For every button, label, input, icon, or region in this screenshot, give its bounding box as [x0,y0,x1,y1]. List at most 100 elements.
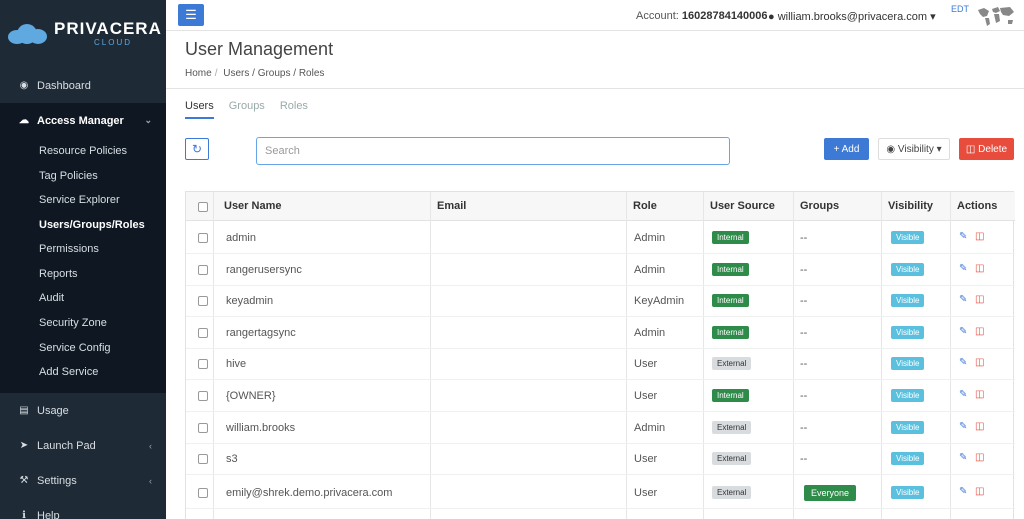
menu-toggle-button[interactable]: ☰ [178,4,204,26]
trash-icon[interactable]: ◫ [975,294,984,305]
user-icon: ● [768,11,775,23]
trash-icon[interactable]: ◫ [975,389,984,400]
nav-launch-pad-label: Launch Pad [37,439,96,452]
trash-icon[interactable]: ◫ [975,452,984,463]
trash-icon[interactable]: ◫ [975,421,984,432]
table-row: william.brooks Admin External -- Visible ✎ ◫ [186,412,1015,444]
user-name-cell[interactable]: emily@shrek.demo.privacera.com [226,487,392,499]
pencil-icon[interactable]: ✎ [959,326,967,337]
nav-help[interactable]: ℹ Help [0,498,166,519]
logo[interactable]: PRIVACERA CLOUD [0,0,166,66]
user-name-cell[interactable]: keyadmin [226,295,273,307]
sidebar-item-permissions[interactable]: Permissions [39,243,99,255]
refresh-button[interactable]: ↻ [185,138,209,160]
row-checkbox[interactable] [198,488,208,498]
col-visibility[interactable]: Visibility [888,200,933,212]
row-checkbox[interactable] [198,423,208,433]
row-checkbox[interactable] [198,233,208,243]
col-role[interactable]: Role [633,200,657,212]
delete-button[interactable]: ◫ Delete [959,138,1014,160]
nav-access-manager[interactable]: ☁ Access Manager ⌄ [0,103,166,138]
table-row: emily@shrek.demo.privacera.com User Extern… [186,477,1015,509]
nav-access-manager-label: Access Manager [37,114,124,127]
timezone: EDT [951,4,969,14]
breadcrumb-current: Users / Groups / Roles [223,68,325,79]
chevron-left-icon: ‹ [149,440,152,451]
trash-icon[interactable]: ◫ [975,486,984,497]
nav-settings-label: Settings [37,474,77,487]
visibility-badge: Visible [891,486,925,499]
row-checkbox[interactable] [198,296,208,306]
nav-dashboard[interactable]: ◉ Dashboard [0,68,166,103]
table-row: s3 User External -- Visible ✎ ◫ [186,443,1015,475]
sidebar-item-security-zone[interactable]: Security Zone [39,317,107,329]
user-name-cell[interactable]: s3 [226,453,238,465]
col-user-name[interactable]: User Name [224,200,281,212]
nav-help-label: Help [37,509,60,519]
refresh-icon: ↻ [191,142,203,156]
user-name-cell[interactable]: {OWNER} [226,390,276,402]
add-button[interactable]: + Add [824,138,869,160]
nav-usage[interactable]: ▤ Usage [0,393,166,428]
sidebar-item-users-groups-roles[interactable]: Users/Groups/Roles [39,219,145,231]
nav-launch-pad[interactable]: ➤ Launch Pad ‹ [0,428,166,463]
pencil-icon[interactable]: ✎ [959,452,967,463]
user-name-cell[interactable]: admin [226,232,256,244]
pencil-icon[interactable]: ✎ [959,421,967,432]
col-groups[interactable]: Groups [800,200,839,212]
sidebar-item-tag-policies[interactable]: Tag Policies [39,170,98,182]
sidebar-item-audit[interactable]: Audit [39,292,64,304]
user-name-cell[interactable]: rangertagsync [226,327,296,339]
nav-settings[interactable]: ⚒ Settings ‹ [0,463,166,498]
rocket-icon: ➤ [19,440,29,451]
select-all-checkbox[interactable] [198,202,208,212]
delete-label: Delete [978,143,1008,155]
user-menu[interactable]: ● william.brooks@privacera.com ▾ [768,10,936,23]
world-map-icon[interactable] [976,4,1016,28]
trash-icon[interactable]: ◫ [975,231,984,242]
row-checkbox[interactable] [198,328,208,338]
row-checkbox[interactable] [198,265,208,275]
pencil-icon[interactable]: ✎ [959,294,967,305]
trash-icon[interactable]: ◫ [975,357,984,368]
sidebar-item-reports[interactable]: Reports [39,268,78,280]
groups-cell: -- [800,264,808,276]
user-name-cell[interactable]: rangerusersync [226,264,302,276]
tab-users[interactable]: Users [185,100,214,119]
sidebar-item-add-service[interactable]: Add Service [39,366,98,378]
pencil-icon[interactable]: ✎ [959,263,967,274]
user-name-cell[interactable]: hive [226,358,246,370]
pencil-icon[interactable]: ✎ [959,357,967,368]
bar-chart-icon: ▤ [19,405,29,416]
row-checkbox[interactable] [198,454,208,464]
col-email[interactable]: Email [437,200,466,212]
pencil-icon[interactable]: ✎ [959,231,967,242]
col-user-source[interactable]: User Source [710,200,775,212]
users-table: User Name Email Role User Source Groups … [185,191,1015,519]
trash-icon[interactable]: ◫ [975,263,984,274]
table-row: rangerusersync Admin Internal -- Visible ✎ ◫ [186,254,1015,286]
groups-cell: -- [800,390,808,402]
user-source-badge: Internal [712,389,749,402]
role-cell: Admin [634,232,666,244]
sidebar-item-service-explorer[interactable]: Service Explorer [39,194,120,206]
tab-roles[interactable]: Roles [280,100,308,119]
tab-groups[interactable]: Groups [229,100,265,119]
sidebar-item-service-config[interactable]: Service Config [39,342,111,354]
row-checkbox[interactable] [198,359,208,369]
role-cell: Admin [634,422,666,434]
row-checkbox[interactable] [198,391,208,401]
visibility-dropdown-button[interactable]: ◉ Visibility ▾ [878,138,950,160]
user-name-cell[interactable]: william.brooks [226,422,295,434]
pencil-icon[interactable]: ✎ [959,389,967,400]
user-source-badge: Internal [712,294,749,307]
sidebar-item-resource-policies[interactable]: Resource Policies [39,145,127,157]
search-input[interactable] [256,137,730,165]
pencil-icon[interactable]: ✎ [959,486,967,497]
breadcrumb-home[interactable]: Home [185,68,212,79]
visibility-badge: Visible [891,231,925,244]
page-header: User Management Home / Users / Groups / R… [166,31,1024,89]
visibility-badge: Visible [891,389,925,402]
main-content: Users Groups Roles ↻ + Add ◉ Visibility … [166,89,1024,519]
trash-icon[interactable]: ◫ [975,326,984,337]
